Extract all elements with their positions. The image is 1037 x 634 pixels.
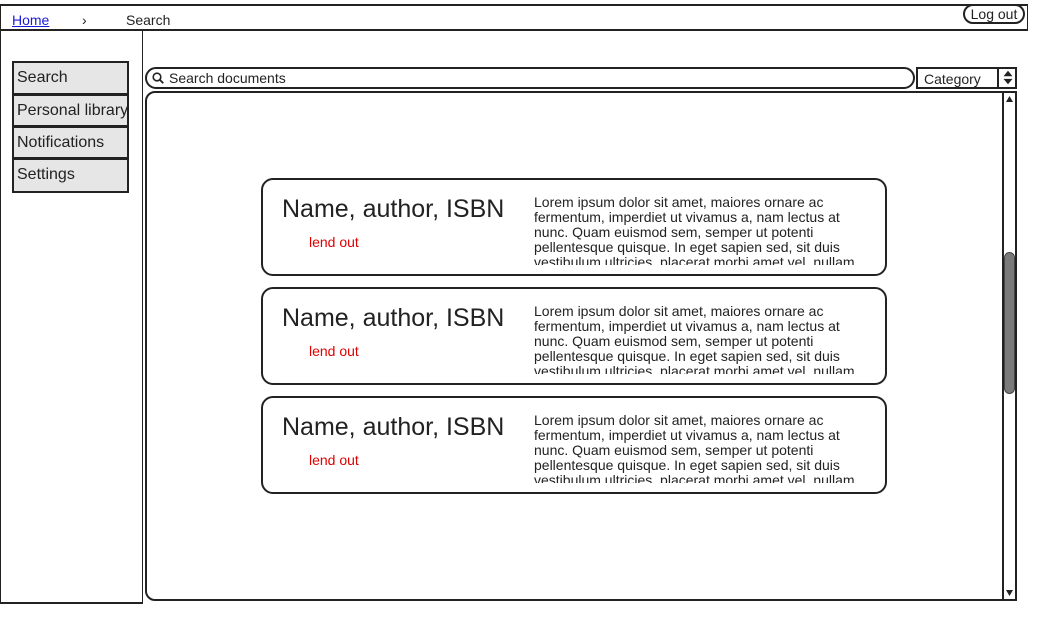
result-card: Name, author, ISBN lend out Lorem ipsum … (261, 178, 887, 276)
scroll-thumb[interactable] (1004, 252, 1015, 394)
result-title: Name, author, ISBN (282, 195, 505, 223)
sidebar-nav: Search Personal library Notifications Se… (12, 61, 129, 193)
result-description: Lorem ipsum dolor sit amet, maiores orna… (534, 413, 855, 483)
search-input[interactable] (169, 69, 869, 87)
result-card: Name, author, ISBN lend out Lorem ipsum … (261, 396, 887, 494)
result-description: Lorem ipsum dolor sit amet, maiores orna… (534, 304, 855, 374)
breadcrumb-current: Search (126, 12, 171, 28)
result-description: Lorem ipsum dolor sit amet, maiores orna… (534, 195, 855, 265)
sidebar-item-settings[interactable]: Settings (12, 159, 129, 193)
sidebar-item-search[interactable]: Search (12, 61, 129, 95)
lend-out-link[interactable]: lend out (309, 452, 359, 468)
search-bar (145, 67, 915, 89)
lend-out-link[interactable]: lend out (309, 343, 359, 359)
search-icon (152, 72, 164, 84)
breadcrumb-separator: › (82, 12, 87, 28)
category-select-value: Category (924, 71, 981, 87)
scroll-down-icon[interactable] (1004, 587, 1015, 599)
sidebar-item-personal-library[interactable]: Personal library (12, 95, 129, 127)
result-title: Name, author, ISBN (282, 304, 505, 332)
category-select[interactable]: Category (916, 67, 1017, 89)
breadcrumb-home-link[interactable]: Home (12, 12, 49, 28)
lend-out-link[interactable]: lend out (309, 234, 359, 250)
result-title: Name, author, ISBN (282, 413, 505, 441)
results-scrollbar[interactable] (1002, 91, 1017, 601)
select-arrows-icon (997, 67, 1013, 89)
sidebar-item-notifications[interactable]: Notifications (12, 127, 129, 159)
result-card: Name, author, ISBN lend out Lorem ipsum … (261, 287, 887, 385)
logout-button[interactable]: Log out (963, 4, 1025, 24)
scroll-up-icon[interactable] (1004, 93, 1015, 105)
